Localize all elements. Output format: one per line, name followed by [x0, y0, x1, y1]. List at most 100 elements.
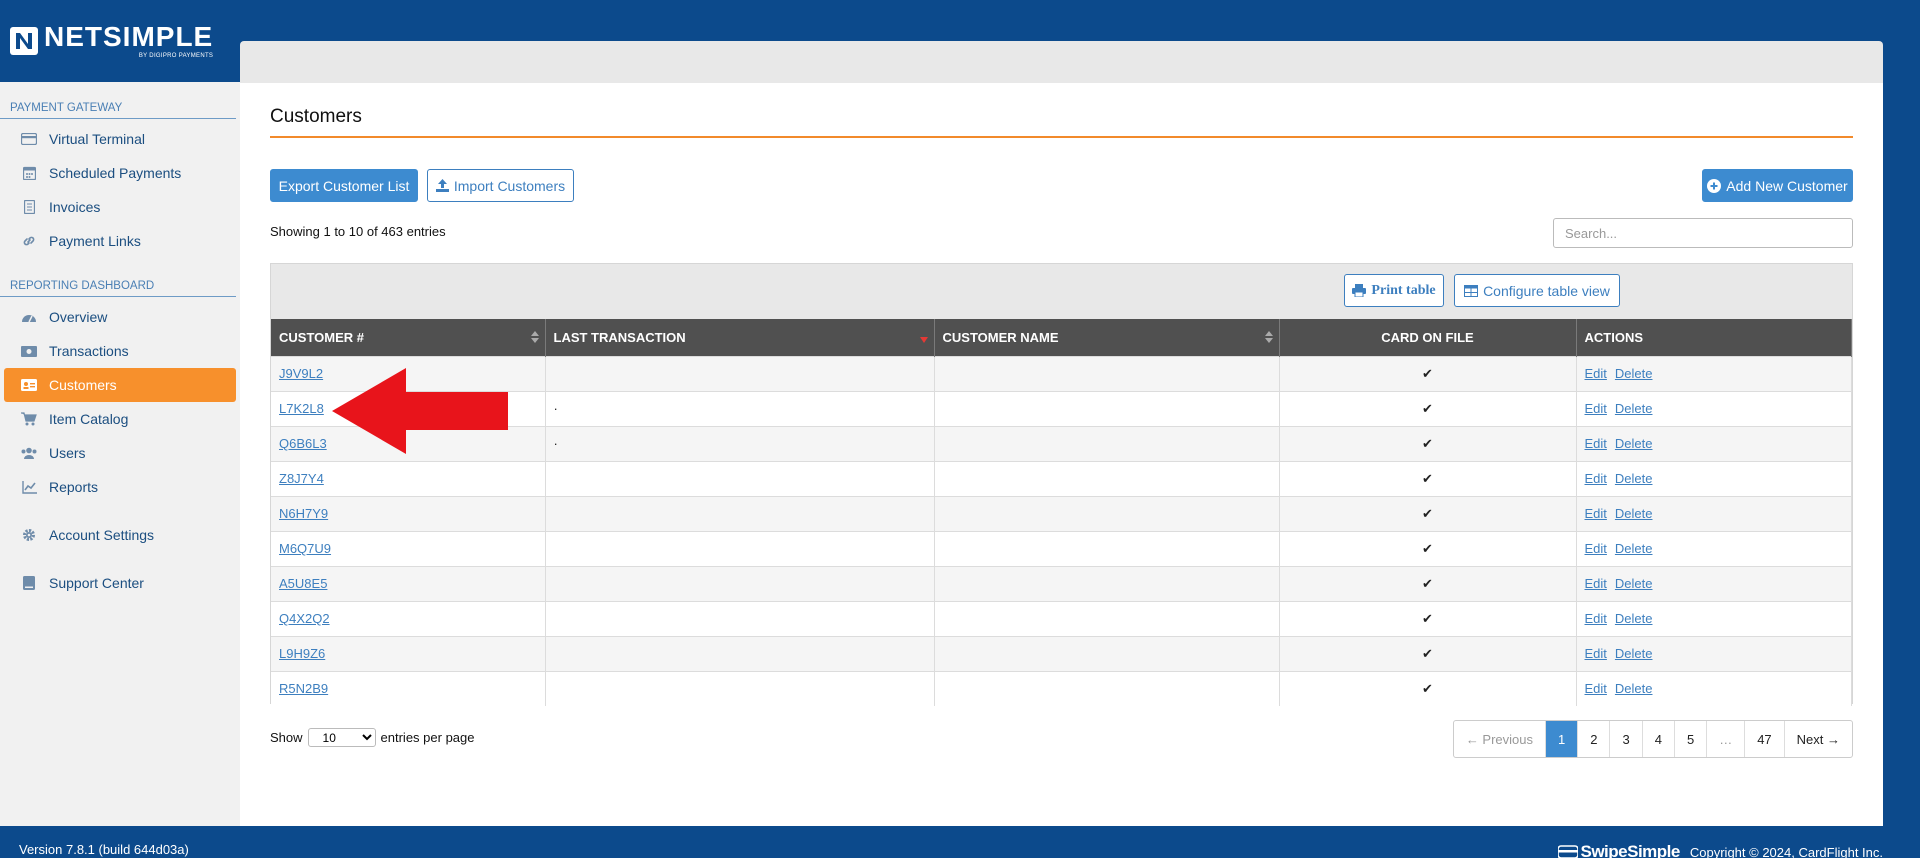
sidebar-item-item-catalog[interactable]: Item Catalog — [4, 402, 236, 436]
customer-link[interactable]: L7K2L8 — [279, 401, 324, 416]
customer-link[interactable]: M6Q7U9 — [279, 541, 331, 556]
customer-link[interactable]: A5U8E5 — [279, 576, 327, 591]
delete-link[interactable]: Delete — [1615, 366, 1653, 381]
sidebar-item-overview[interactable]: Overview — [4, 300, 236, 334]
sidebar-item-account-settings[interactable]: Account Settings — [4, 518, 236, 552]
pagination-page[interactable]: 5 — [1675, 721, 1708, 757]
delete-link[interactable]: Delete — [1615, 506, 1653, 521]
edit-link[interactable]: Edit — [1585, 646, 1607, 661]
checkmark-icon: ✔ — [1422, 435, 1433, 451]
checkmark-icon: ✔ — [1422, 540, 1433, 556]
sidebar-item-customers[interactable]: Customers — [4, 368, 236, 402]
cell-card-on-file: ✔ — [1279, 495, 1577, 531]
import-customers-button[interactable]: Import Customers — [427, 169, 574, 202]
edit-link[interactable]: Edit — [1585, 366, 1607, 381]
sidebar-item-label: Overview — [49, 309, 108, 325]
pagination-page[interactable]: 1 — [1546, 721, 1579, 757]
customer-link[interactable]: Q4X2Q2 — [279, 611, 330, 626]
cell-card-on-file: ✔ — [1279, 670, 1577, 706]
delete-link[interactable]: Delete — [1615, 436, 1653, 451]
sidebar-item-label: Scheduled Payments — [49, 165, 182, 181]
table-row: J9V9L2 ✔ Edit Delete — [271, 355, 1852, 391]
title-divider — [270, 136, 1853, 138]
pagination-next[interactable]: Next → — [1785, 721, 1852, 757]
cell-customer-number: L9H9Z6 — [271, 635, 546, 671]
sidebar-item-users[interactable]: Users — [4, 436, 236, 470]
entries-per-page-select[interactable]: 10 — [307, 728, 376, 747]
logo[interactable]: NETSIMPLE BY DIGIPRO PAYMENTS — [0, 0, 240, 82]
print-table-button[interactable]: Print table — [1344, 274, 1444, 307]
sidebar-item-scheduled-payments[interactable]: Scheduled Payments — [4, 156, 236, 190]
sidebar-item-transactions[interactable]: Transactions — [4, 334, 236, 368]
export-customer-list-button[interactable]: Export Customer List — [270, 169, 418, 202]
column-header-last-transaction[interactable]: LAST TRANSACTION — [545, 319, 935, 356]
cell-card-on-file: ✔ — [1279, 565, 1577, 601]
calendar-icon — [20, 165, 38, 181]
sort-icon — [1264, 331, 1273, 343]
sidebar-item-label: Invoices — [49, 199, 101, 215]
pagination-page[interactable]: 2 — [1578, 721, 1611, 757]
sidebar-item-label: Support Center — [49, 575, 144, 591]
logo-text: NETSIMPLE — [44, 21, 214, 52]
edit-link[interactable]: Edit — [1585, 611, 1607, 626]
delete-link[interactable]: Delete — [1615, 541, 1653, 556]
customer-link[interactable]: L9H9Z6 — [279, 646, 325, 661]
customer-link[interactable]: N6H7Y9 — [279, 506, 328, 521]
sidebar-item-label: Users — [49, 445, 86, 461]
table-row: A5U8E5 ✔ Edit Delete — [271, 565, 1852, 601]
column-header-customer-name[interactable]: CUSTOMER NAME — [934, 319, 1280, 356]
pagination-page[interactable]: 4 — [1643, 721, 1675, 757]
column-header-customer-number[interactable]: CUSTOMER # — [271, 319, 546, 356]
customer-link[interactable]: Q6B6L3 — [279, 436, 327, 451]
cell-card-on-file: ✔ — [1279, 425, 1577, 461]
sidebar-item-label: Virtual Terminal — [49, 131, 145, 147]
sidebar-item-support-center[interactable]: Support Center — [4, 566, 236, 600]
edit-link[interactable]: Edit — [1585, 541, 1607, 556]
cell-actions: Edit Delete — [1576, 390, 1852, 426]
customer-link[interactable]: Z8J7Y4 — [279, 471, 324, 486]
sidebar-item-payment-links[interactable]: Payment Links — [4, 224, 236, 258]
footer-right: SwipeSimple Copyright © 2024, CardFlight… — [1557, 842, 1883, 858]
add-new-customer-button[interactable]: Add New Customer — [1702, 169, 1853, 202]
edit-link[interactable]: Edit — [1585, 436, 1607, 451]
sidebar-item-label: Reports — [49, 479, 99, 495]
delete-link[interactable]: Delete — [1615, 646, 1653, 661]
customer-link[interactable]: J9V9L2 — [279, 366, 323, 381]
edit-link[interactable]: Edit — [1585, 681, 1607, 696]
id-card-icon — [20, 377, 38, 393]
checkmark-icon: ✔ — [1422, 610, 1433, 626]
delete-link[interactable]: Delete — [1615, 681, 1653, 696]
edit-link[interactable]: Edit — [1585, 576, 1607, 591]
edit-link[interactable]: Edit — [1585, 401, 1607, 416]
main-content: Customers Export Customer List Import Cu… — [240, 83, 1883, 826]
book-icon — [20, 575, 38, 591]
sidebar-item-invoices[interactable]: Invoices — [4, 190, 236, 224]
delete-link[interactable]: Delete — [1615, 471, 1653, 486]
delete-link[interactable]: Delete — [1615, 576, 1653, 591]
search-input[interactable] — [1553, 218, 1853, 248]
footer: Version 7.8.1 (build 644d03a) SwipeSimpl… — [0, 826, 1920, 858]
upload-icon — [435, 179, 449, 192]
customer-link[interactable]: R5N2B9 — [279, 681, 328, 696]
sidebar-item-reports[interactable]: Reports — [4, 470, 236, 504]
delete-link[interactable]: Delete — [1615, 611, 1653, 626]
delete-link[interactable]: Delete — [1615, 401, 1653, 416]
edit-link[interactable]: Edit — [1585, 471, 1607, 486]
cell-actions: Edit Delete — [1576, 635, 1852, 671]
cell-customer-name — [934, 355, 1280, 391]
pagination-previous[interactable]: ← Previous — [1454, 721, 1547, 757]
cell-card-on-file: ✔ — [1279, 600, 1577, 636]
sidebar-item-label: Payment Links — [49, 233, 141, 249]
pagination-page[interactable]: 3 — [1610, 721, 1643, 757]
customers-table-container: Print table Configure table view CUSTOME… — [270, 263, 1853, 706]
edit-link[interactable]: Edit — [1585, 506, 1607, 521]
scrollbar[interactable] — [1903, 0, 1920, 858]
customers-table: CUSTOMER # LAST TRANSACTION CUSTOMER NAM… — [271, 319, 1852, 706]
cell-customer-name — [934, 390, 1280, 426]
configure-table-view-button[interactable]: Configure table view — [1454, 274, 1620, 307]
sidebar-item-virtual-terminal[interactable]: Virtual Terminal — [4, 122, 236, 156]
configure-button-label: Configure table view — [1483, 282, 1610, 299]
checkmark-icon: ✔ — [1422, 400, 1433, 416]
pagination-page[interactable]: 47 — [1745, 721, 1785, 757]
cell-last-transaction — [545, 530, 935, 566]
